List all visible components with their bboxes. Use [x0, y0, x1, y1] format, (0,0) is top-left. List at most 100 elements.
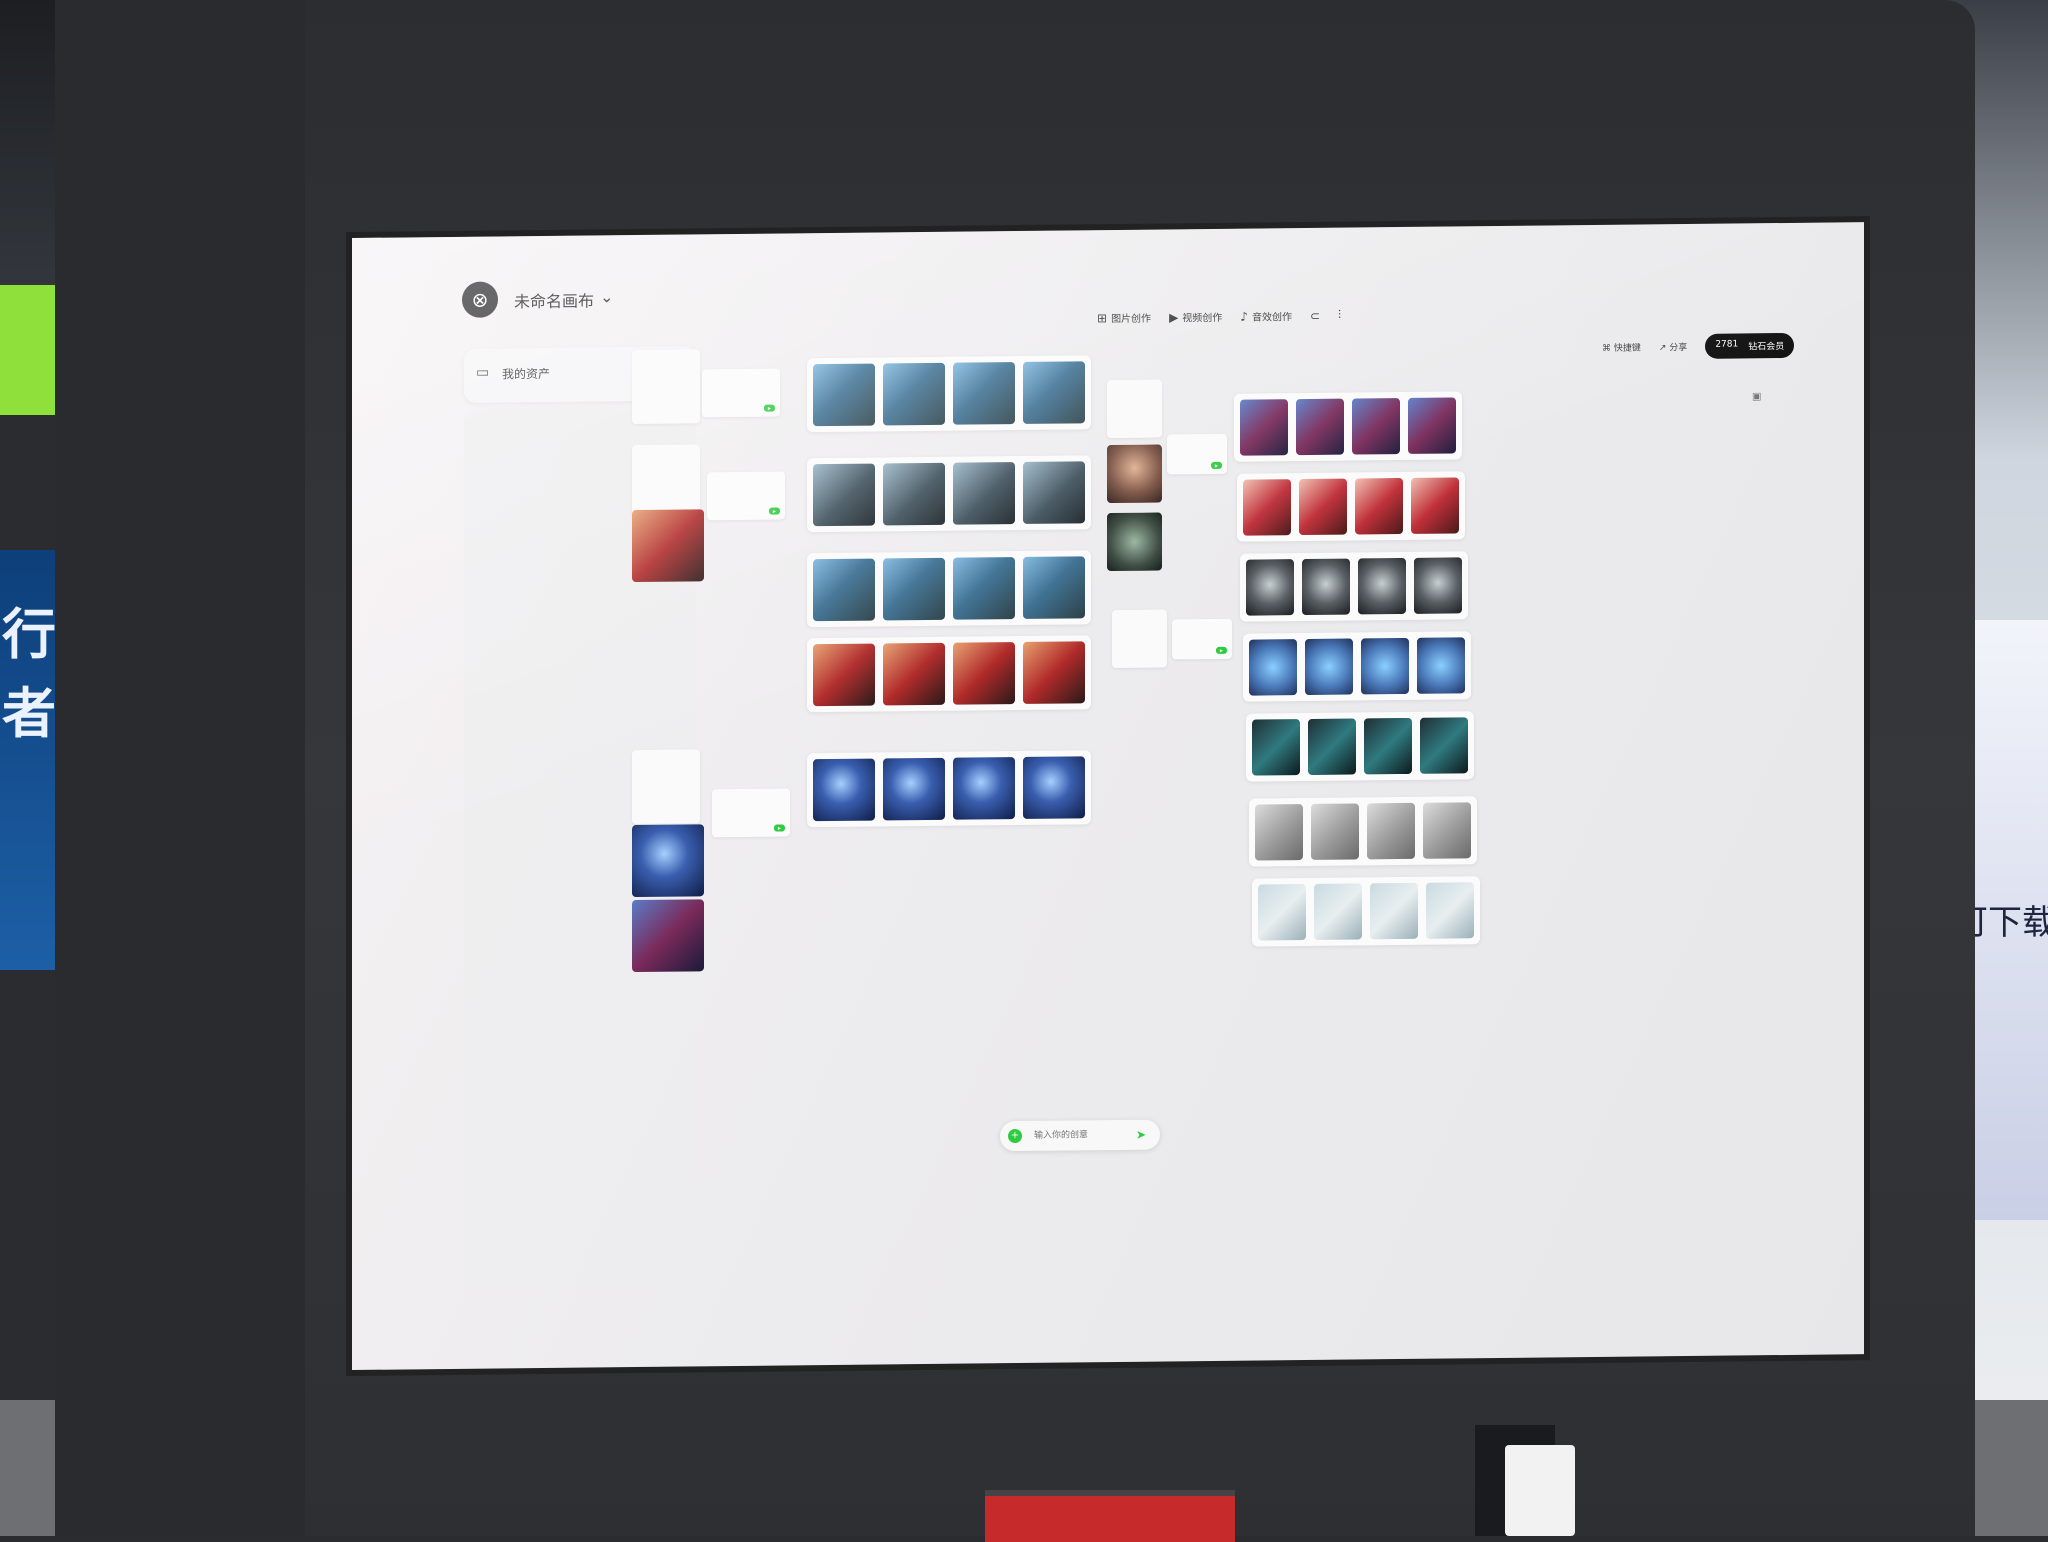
- generate-button[interactable]: ▶: [1210, 461, 1222, 470]
- output-thumb[interactable]: [1299, 478, 1347, 536]
- video-create-button[interactable]: ▶ 视频创作: [1169, 309, 1222, 325]
- output-thumb[interactable]: [953, 362, 1015, 425]
- output-row: [1240, 551, 1468, 622]
- output-thumb[interactable]: [953, 757, 1015, 820]
- generate-button[interactable]: ▶: [1215, 646, 1227, 654]
- app-logo-icon[interactable]: ⊗: [462, 281, 498, 318]
- reference-image-node[interactable]: [632, 509, 704, 583]
- output-thumb[interactable]: [1367, 802, 1415, 860]
- output-thumb[interactable]: [1361, 637, 1409, 695]
- prompt-note-node[interactable]: [632, 349, 700, 425]
- output-thumb[interactable]: [953, 642, 1015, 705]
- share-button[interactable]: ↗ 分享: [1659, 340, 1687, 353]
- output-row: [1237, 471, 1465, 542]
- add-icon[interactable]: +: [1008, 1128, 1022, 1144]
- output-thumb[interactable]: [883, 557, 945, 621]
- output-thumb[interactable]: [1243, 479, 1291, 536]
- output-thumb[interactable]: [1364, 717, 1412, 775]
- output-row: [807, 550, 1091, 628]
- output-thumb[interactable]: [1411, 477, 1459, 534]
- output-thumb[interactable]: [1023, 461, 1085, 524]
- output-thumb[interactable]: [1023, 641, 1085, 704]
- kiosk-screen: ⊗ 未命名画布 ⌄ ▭ 我的资产 ⊟ ⊞ 图片创作 ▶ 视频创作 ♪ 音效创作 …: [352, 222, 1864, 1371]
- chevron-down-icon: ⌄: [600, 287, 614, 307]
- output-thumb[interactable]: [1305, 638, 1353, 696]
- output-thumb[interactable]: [1255, 804, 1303, 861]
- output-thumb[interactable]: [1252, 719, 1300, 776]
- prompt-note-node[interactable]: [632, 749, 700, 825]
- param-node[interactable]: ▶: [707, 471, 785, 521]
- output-thumb[interactable]: [813, 758, 875, 822]
- output-thumb[interactable]: [1355, 477, 1403, 535]
- output-thumb[interactable]: [1296, 398, 1344, 456]
- output-row: [807, 455, 1091, 533]
- output-thumb[interactable]: [1426, 882, 1474, 939]
- output-thumb[interactable]: [1370, 882, 1418, 940]
- prompt-note-node[interactable]: [1107, 379, 1162, 439]
- output-thumb[interactable]: [953, 557, 1015, 620]
- reference-image-node[interactable]: [632, 899, 704, 973]
- param-node[interactable]: ▶: [1172, 618, 1232, 660]
- audio-create-button[interactable]: ♪ 音效创作: [1240, 308, 1292, 324]
- output-thumb[interactable]: [953, 462, 1015, 525]
- generate-button[interactable]: ▶: [768, 507, 780, 515]
- output-thumb[interactable]: [1408, 397, 1456, 454]
- output-thumb[interactable]: [1258, 884, 1306, 941]
- link-tool-button[interactable]: ⊂: [1310, 308, 1320, 323]
- output-thumb[interactable]: [1420, 717, 1468, 774]
- output-thumb[interactable]: [813, 463, 875, 527]
- output-row: [1249, 796, 1477, 867]
- minimap-icon[interactable]: ▣: [1752, 391, 1761, 402]
- output-thumb[interactable]: [1314, 883, 1362, 940]
- folder-icon: ▭: [476, 364, 490, 381]
- output-row: [807, 635, 1091, 713]
- output-thumb[interactable]: [1023, 361, 1085, 424]
- output-thumb[interactable]: [813, 643, 875, 707]
- reference-image-node[interactable]: [632, 824, 704, 898]
- output-thumb[interactable]: [1023, 756, 1085, 819]
- param-node[interactable]: ▶: [712, 788, 790, 838]
- my-assets-label: 我的资产: [502, 366, 551, 382]
- param-node[interactable]: ▶: [702, 368, 780, 418]
- output-thumb[interactable]: [883, 462, 945, 526]
- reference-image-node[interactable]: [1107, 512, 1162, 572]
- output-thumb[interactable]: [1302, 558, 1350, 616]
- output-thumb[interactable]: [883, 642, 945, 706]
- kiosk-pillar: [55, 0, 305, 1536]
- prompt-input[interactable]: [1032, 1128, 1126, 1142]
- output-thumb[interactable]: [1311, 803, 1359, 860]
- output-thumb[interactable]: [1414, 557, 1462, 614]
- output-thumb[interactable]: [1249, 639, 1297, 696]
- output-row: [1243, 631, 1471, 702]
- output-thumb[interactable]: [813, 558, 875, 622]
- shortcut-button[interactable]: ⌘ 快捷键: [1602, 341, 1641, 354]
- adjust-tool-button[interactable]: ⫶: [1338, 308, 1341, 323]
- prompt-note-node[interactable]: [1112, 609, 1167, 669]
- send-icon[interactable]: ➤: [1136, 1128, 1146, 1142]
- output-thumb[interactable]: [1352, 398, 1400, 455]
- output-row: [1246, 711, 1474, 782]
- output-thumb[interactable]: [1023, 556, 1085, 619]
- output-row: [807, 750, 1091, 828]
- image-create-button[interactable]: ⊞ 图片创作: [1097, 310, 1151, 326]
- share-label: 分享: [1669, 343, 1688, 354]
- output-thumb[interactable]: [1240, 399, 1288, 456]
- laptop-edge: [985, 1490, 1235, 1542]
- output-thumb[interactable]: [883, 757, 945, 821]
- output-thumb[interactable]: [1417, 637, 1465, 694]
- audio-icon: ♪: [1240, 309, 1248, 324]
- output-thumb[interactable]: [813, 363, 875, 427]
- param-node[interactable]: ▶: [1167, 433, 1227, 475]
- prompt-note-node[interactable]: [632, 444, 700, 520]
- reference-image-node[interactable]: [1107, 444, 1162, 504]
- output-thumb[interactable]: [1358, 557, 1406, 615]
- credits-badge[interactable]: 2781 钻石会员: [1705, 332, 1795, 359]
- output-thumb[interactable]: [1246, 559, 1294, 616]
- canvas-title-dropdown[interactable]: 未命名画布 ⌄: [514, 287, 613, 312]
- generate-button[interactable]: ▶: [773, 824, 785, 832]
- canvas-title: 未命名画布: [514, 291, 595, 312]
- output-thumb[interactable]: [883, 362, 945, 426]
- generate-button[interactable]: ▶: [763, 404, 775, 412]
- output-thumb[interactable]: [1308, 718, 1356, 775]
- output-thumb[interactable]: [1423, 802, 1471, 859]
